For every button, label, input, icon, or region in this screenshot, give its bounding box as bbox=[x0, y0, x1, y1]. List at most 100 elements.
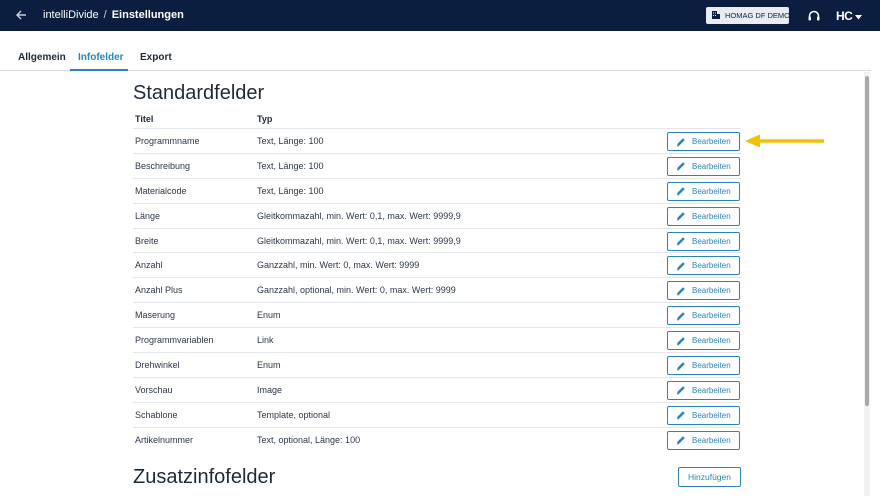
field-type: Ganzzahl, min. Wert: 0, max. Wert: 9999 bbox=[257, 260, 420, 271]
pencil-icon bbox=[676, 161, 686, 171]
back-arrow-icon[interactable] bbox=[14, 8, 28, 22]
edit-button-label: Bearbeiten bbox=[692, 236, 731, 246]
field-title: Materialcode bbox=[135, 185, 187, 196]
edit-button[interactable]: Bearbeiten bbox=[667, 405, 740, 425]
top-bar: intelliDivide / Einstellungen HOMAG DF D… bbox=[0, 0, 880, 31]
edit-button-label: Bearbeiten bbox=[692, 385, 731, 395]
scrollbar-thumb[interactable] bbox=[865, 76, 869, 406]
pencil-icon bbox=[676, 336, 686, 346]
edit-button[interactable]: Bearbeiten bbox=[667, 231, 740, 251]
pencil-icon bbox=[676, 361, 686, 371]
column-header-title: Titel bbox=[135, 114, 154, 124]
edit-button-label: Bearbeiten bbox=[692, 211, 731, 221]
edit-button[interactable]: Bearbeiten bbox=[667, 380, 740, 400]
table-row: Anzahl Ganzzahl, min. Wert: 0, max. Wert:… bbox=[133, 252, 741, 277]
field-type: Link bbox=[257, 335, 274, 346]
pencil-icon bbox=[676, 385, 686, 395]
edit-button-label: Bearbeiten bbox=[692, 435, 731, 445]
field-title: Drehwinkel bbox=[135, 360, 180, 371]
pencil-icon bbox=[676, 286, 686, 296]
table-row: Drehwinkel Enum Bearbeiten bbox=[133, 352, 741, 377]
pencil-icon bbox=[676, 211, 686, 221]
field-title: Anzahl Plus bbox=[135, 285, 183, 296]
tab-infofelder[interactable]: Infofelder bbox=[78, 52, 124, 63]
field-type: Template, optional bbox=[257, 409, 331, 420]
edit-button-label: Bearbeiten bbox=[692, 311, 731, 321]
tab-export[interactable]: Export bbox=[140, 52, 172, 63]
edit-button[interactable]: Bearbeiten bbox=[667, 306, 740, 326]
field-type: Enum bbox=[257, 310, 281, 321]
pencil-icon bbox=[676, 410, 686, 420]
building-icon bbox=[711, 10, 721, 22]
field-type: Image bbox=[257, 384, 283, 395]
field-title: Länge bbox=[135, 210, 161, 221]
standardfelder-heading: Standardfelder bbox=[133, 82, 265, 104]
pencil-icon bbox=[676, 137, 686, 147]
edit-button-label: Bearbeiten bbox=[692, 336, 731, 346]
field-title: Programmname bbox=[135, 136, 200, 146]
field-title: Anzahl bbox=[135, 260, 163, 271]
field-title: Programmvariablen bbox=[135, 335, 214, 346]
edit-button-label: Bearbeiten bbox=[692, 161, 731, 171]
field-type: Text, Länge: 100 bbox=[257, 185, 324, 196]
user-menu[interactable]: HC bbox=[836, 7, 863, 25]
table-row: Länge Gleitkommazahl, min. Wert: 0,1, max… bbox=[133, 202, 741, 228]
field-type: Text, Länge: 100 bbox=[257, 160, 324, 171]
edit-button[interactable]: Bearbeiten bbox=[667, 256, 740, 276]
table-row: Vorschau Image Bearbeiten bbox=[133, 376, 741, 402]
field-type: Gleitkommazahl, min. Wert: 0,1, max. Wer… bbox=[257, 235, 461, 246]
field-title: Maserung bbox=[135, 310, 176, 321]
breadcrumb: intelliDivide / Einstellungen bbox=[43, 9, 184, 21]
brand-logo: HC bbox=[836, 9, 853, 23]
table-row: Maserung Enum Bearbeiten bbox=[133, 302, 741, 327]
tenant-selector[interactable]: HOMAG DF DEMO bbox=[706, 7, 790, 24]
breadcrumb-current: Einstellungen bbox=[111, 9, 184, 21]
edit-button[interactable]: Bearbeiten bbox=[667, 331, 740, 351]
zusatzinfofelder-heading: Zusatzinfofelder bbox=[133, 466, 276, 488]
tenant-name: HOMAG DF DEMO bbox=[725, 11, 790, 20]
settings-tabs: Allgemein Infofelder Export bbox=[0, 45, 871, 71]
edit-button[interactable]: Bearbeiten bbox=[667, 356, 740, 376]
support-headset-icon[interactable] bbox=[807, 9, 821, 23]
pencil-icon bbox=[676, 186, 686, 196]
edit-button[interactable]: Bearbeiten bbox=[667, 181, 740, 201]
chevron-down-icon bbox=[855, 7, 863, 25]
edit-button[interactable]: Bearbeiten bbox=[667, 156, 740, 176]
edit-button-label: Bearbeiten bbox=[692, 410, 731, 420]
field-title: Vorschau bbox=[135, 384, 173, 395]
field-type: Text, Länge: 100 bbox=[257, 136, 324, 146]
edit-button-label: Bearbeiten bbox=[692, 261, 731, 271]
table-row: Artikelnummer Text, optional, Länge: 100 B… bbox=[133, 426, 741, 452]
table-row: Programmvariablen Link Bearbeiten bbox=[133, 327, 741, 352]
tab-allgemein[interactable]: Allgemein bbox=[18, 52, 66, 63]
breadcrumb-separator: / bbox=[103, 9, 107, 21]
table-row: Materialcode Text, Länge: 100 Bearbeiten bbox=[133, 177, 741, 203]
standard-fields-table: Programmname Text, Länge: 100 Bearbeiten Be… bbox=[133, 128, 741, 452]
active-tab-indicator bbox=[70, 69, 128, 71]
edit-button[interactable]: Bearbeiten bbox=[667, 430, 740, 450]
edit-button-label: Bearbeiten bbox=[692, 137, 731, 146]
pencil-icon bbox=[676, 236, 686, 246]
breadcrumb-app[interactable]: intelliDivide bbox=[43, 9, 99, 21]
edit-button-label: Bearbeiten bbox=[692, 186, 731, 196]
pointer-arrow-icon bbox=[745, 134, 824, 148]
pencil-icon bbox=[676, 311, 686, 321]
edit-button-label: Bearbeiten bbox=[692, 361, 731, 371]
edit-button[interactable]: Bearbeiten bbox=[667, 281, 740, 301]
pencil-icon bbox=[676, 435, 686, 445]
table-row: Breite Gleitkommazahl, min. Wert: 0,1, ma… bbox=[133, 227, 741, 253]
edit-button-label: Bearbeiten bbox=[692, 286, 731, 296]
edit-button[interactable]: Bearbeiten bbox=[667, 132, 740, 151]
edit-button[interactable]: Bearbeiten bbox=[667, 206, 740, 226]
table-row: Anzahl Plus Ganzzahl, optional, min. Wert… bbox=[133, 277, 741, 302]
field-type: Text, optional, Länge: 100 bbox=[257, 434, 361, 445]
add-field-button[interactable]: Hinzufügen bbox=[678, 467, 741, 487]
field-type: Gleitkommazahl, min. Wert: 0,1, max. Wer… bbox=[257, 210, 461, 221]
field-title: Schablone bbox=[135, 409, 178, 420]
field-title: Breite bbox=[135, 235, 159, 246]
field-type: Ganzzahl, optional, min. Wert: 0, max. W… bbox=[257, 285, 456, 296]
table-row: Beschreibung Text, Länge: 100 Bearbeiten bbox=[133, 152, 741, 178]
field-type: Enum bbox=[257, 360, 281, 371]
field-title: Artikelnummer bbox=[135, 434, 194, 445]
field-title: Beschreibung bbox=[135, 160, 191, 171]
